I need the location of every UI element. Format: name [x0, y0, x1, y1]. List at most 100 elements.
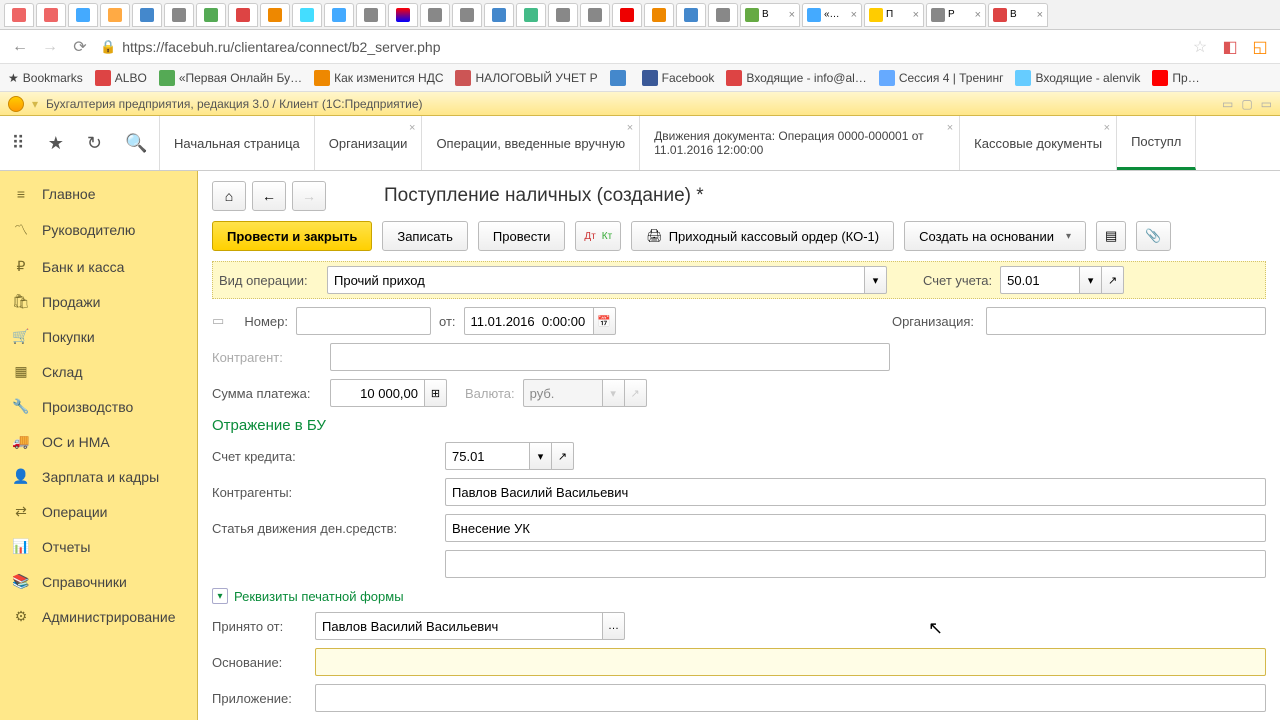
ext-icon[interactable]: ◧: [1220, 37, 1240, 57]
sidebar-item-manager[interactable]: 〽Руководителю: [0, 211, 197, 249]
browser-tab[interactable]: [132, 3, 162, 27]
browser-tab[interactable]: [484, 3, 514, 27]
counterparty-input[interactable]: [330, 343, 890, 371]
sidebar-item-operations[interactable]: ⇄Операции: [0, 494, 197, 529]
reload-icon[interactable]: ⟳: [70, 37, 90, 57]
bookmark[interactable]: [610, 70, 630, 86]
org-input[interactable]: [986, 307, 1266, 335]
close-icon[interactable]: ×: [627, 122, 633, 134]
bookmark[interactable]: Сессия 4 | Тренинг: [879, 70, 1004, 86]
number-input[interactable]: [296, 307, 431, 335]
forward-button[interactable]: →: [292, 181, 326, 211]
bookmark[interactable]: Facebook: [642, 70, 715, 86]
op-type-input[interactable]: [327, 266, 865, 294]
browser-tab[interactable]: [644, 3, 674, 27]
browser-tab[interactable]: [260, 3, 290, 27]
browser-tab[interactable]: [420, 3, 450, 27]
history-icon[interactable]: ↻: [87, 133, 102, 154]
browser-tab[interactable]: «…×: [802, 3, 862, 27]
sidebar-item-reports[interactable]: 📊Отчеты: [0, 529, 197, 564]
browser-tab[interactable]: [196, 3, 226, 27]
dropdown-icon[interactable]: ▾: [865, 266, 887, 294]
bookmarks-folder[interactable]: ★ Bookmarks: [8, 71, 83, 85]
close-icon[interactable]: ×: [851, 9, 857, 21]
sidebar-item-main[interactable]: ≡Главное: [0, 177, 197, 211]
open-icon[interactable]: ↗: [1102, 266, 1124, 294]
browser-tab[interactable]: [4, 3, 34, 27]
browser-tab[interactable]: [164, 3, 194, 27]
browser-tab[interactable]: [36, 3, 66, 27]
home-button[interactable]: ⌂: [212, 181, 246, 211]
browser-tab[interactable]: [292, 3, 322, 27]
url-box[interactable]: 🔒: [100, 39, 1180, 55]
bookmark[interactable]: Как изменится НДС: [314, 70, 443, 86]
basis-input[interactable]: [315, 648, 1266, 676]
sidebar-item-hr[interactable]: 👤Зарплата и кадры: [0, 459, 197, 494]
tab-receipt[interactable]: Поступл: [1117, 116, 1196, 170]
app-btn[interactable]: ▭: [1261, 97, 1272, 111]
close-icon[interactable]: ×: [947, 122, 953, 134]
close-icon[interactable]: ×: [409, 122, 415, 134]
back-button[interactable]: ←: [252, 181, 286, 211]
browser-tab[interactable]: [68, 3, 98, 27]
section-print[interactable]: ▾ Реквизиты печатной формы: [212, 588, 1266, 604]
counterparties-input[interactable]: [445, 478, 1266, 506]
clip-button[interactable]: 📎: [1136, 221, 1170, 251]
bookmark[interactable]: ALBO: [95, 70, 147, 86]
dds-input[interactable]: [445, 514, 1266, 542]
browser-tab[interactable]: [612, 3, 642, 27]
tab-movements[interactable]: Движения документа: Операция 0000-000001…: [640, 116, 960, 170]
credit-input[interactable]: [445, 442, 530, 470]
date-input[interactable]: [464, 307, 594, 335]
browser-tab[interactable]: [708, 3, 738, 27]
sidebar-item-purchases[interactable]: 🛒Покупки: [0, 319, 197, 354]
tab-manual-operations[interactable]: Операции, введенные вручную×: [422, 116, 640, 170]
post-close-button[interactable]: Провести и закрыть: [212, 221, 372, 251]
arrow-icon[interactable]: ▾: [32, 97, 38, 111]
open-icon[interactable]: ↗: [625, 379, 647, 407]
ext-icon[interactable]: ◱: [1250, 37, 1270, 57]
tab-home[interactable]: Начальная страница: [160, 116, 315, 170]
attach-input[interactable]: [315, 684, 1266, 712]
dropdown-icon[interactable]: ▾: [530, 442, 552, 470]
sidebar-item-warehouse[interactable]: ▦Склад: [0, 354, 197, 389]
browser-tab[interactable]: [100, 3, 130, 27]
close-icon[interactable]: ×: [1104, 122, 1110, 134]
account-input[interactable]: [1000, 266, 1080, 294]
tab-cash-docs[interactable]: Кассовые документы×: [960, 116, 1117, 170]
sidebar-item-production[interactable]: 🔧Производство: [0, 389, 197, 424]
browser-tab[interactable]: [228, 3, 258, 27]
back-icon[interactable]: ←: [10, 37, 30, 57]
browser-tab[interactable]: Р×: [926, 3, 986, 27]
dt-kt-button[interactable]: ДтКт: [575, 221, 621, 251]
cash-order-button[interactable]: 🖨Приходный кассовый ордер (КО-1): [631, 221, 894, 251]
sidebar-item-bank[interactable]: ₽Банк и касса: [0, 249, 197, 284]
dropdown-icon[interactable]: ▾: [603, 379, 625, 407]
close-icon[interactable]: ×: [1037, 9, 1043, 21]
close-icon[interactable]: ×: [913, 9, 919, 21]
bookmark[interactable]: Входящие - alenvik: [1015, 70, 1140, 86]
browser-tab[interactable]: [580, 3, 610, 27]
browser-tab[interactable]: [452, 3, 482, 27]
apps-icon[interactable]: ⠿: [12, 133, 25, 154]
sum-input[interactable]: [330, 379, 425, 407]
browser-tab[interactable]: В×: [988, 3, 1048, 27]
sidebar-item-catalogs[interactable]: 📚Справочники: [0, 564, 197, 599]
received-input[interactable]: [315, 612, 603, 640]
bookmark[interactable]: НАЛОГОВЫЙ УЧЕТ Р: [455, 70, 597, 86]
post-button[interactable]: Провести: [478, 221, 566, 251]
bookmark[interactable]: Входящие - info@al…: [726, 70, 866, 86]
bookmark[interactable]: «Первая Онлайн Бу…: [159, 70, 302, 86]
sidebar-item-assets[interactable]: 🚚ОС и НМА: [0, 424, 197, 459]
browser-tab[interactable]: [548, 3, 578, 27]
calendar-icon[interactable]: 📅: [594, 307, 616, 335]
dropdown-icon[interactable]: ▾: [1080, 266, 1102, 294]
app-btn[interactable]: ▢: [1241, 97, 1252, 111]
select-icon[interactable]: …: [603, 612, 625, 640]
browser-tab-active[interactable]: П×: [864, 3, 924, 27]
bookmark[interactable]: Пр…: [1152, 70, 1199, 86]
browser-tab[interactable]: [516, 3, 546, 27]
sidebar-item-admin[interactable]: ⚙Администрирование: [0, 599, 197, 634]
browser-tab[interactable]: [388, 3, 418, 27]
extra-input[interactable]: [445, 550, 1266, 578]
